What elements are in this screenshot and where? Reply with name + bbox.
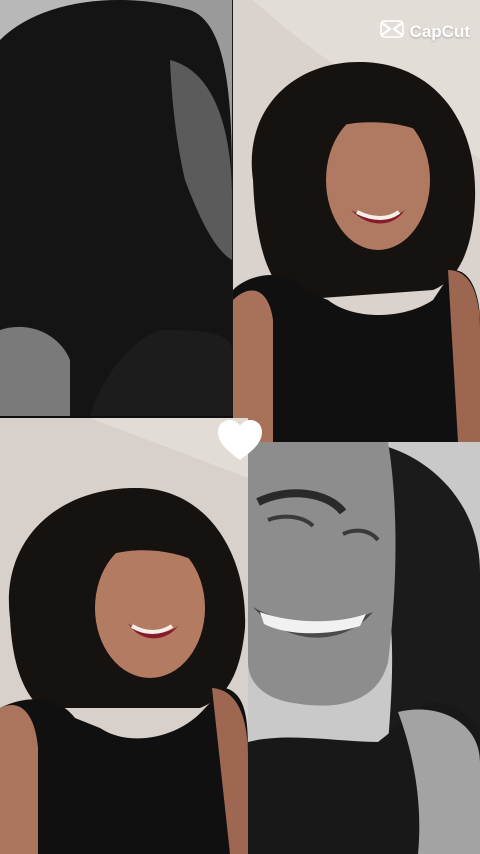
photo-bottom-right [248, 442, 480, 854]
capcut-logo-icon [379, 20, 404, 43]
photo-top-left [0, 0, 233, 416]
photo-top-right [233, 0, 480, 442]
photo-bottom-left [0, 418, 248, 854]
capcut-watermark: CapCut [379, 20, 470, 43]
capcut-label: CapCut [409, 21, 470, 41]
heart-icon [216, 418, 264, 464]
